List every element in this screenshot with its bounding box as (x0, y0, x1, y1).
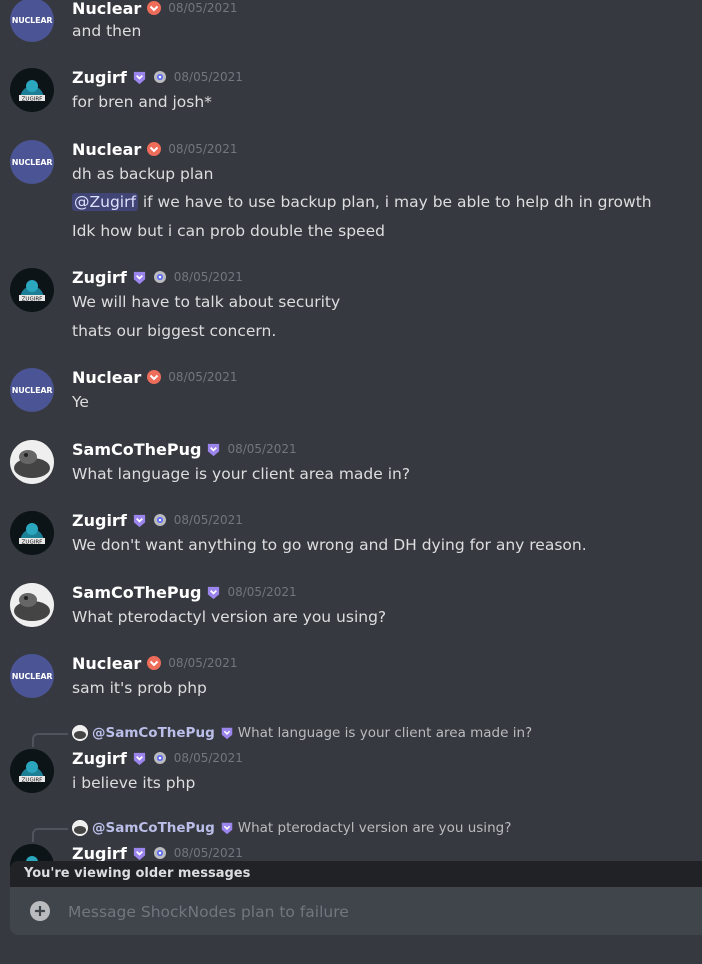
message-text: We will have to talk about security (72, 293, 341, 311)
reply-username[interactable]: @SamCoThePug (92, 725, 215, 741)
svg-text:ZUGIRF: ZUGIRF (22, 97, 43, 103)
reply-reference[interactable]: @SamCoThePug What language is your clien… (32, 723, 692, 747)
booster-badge-icon (132, 751, 147, 766)
username[interactable]: SamCoThePug (72, 440, 201, 459)
reply-avatar (72, 820, 88, 836)
booster-badge-icon (206, 585, 221, 600)
username[interactable]: SamCoThePug (72, 583, 201, 602)
reply-text[interactable]: What language is your client area made i… (238, 725, 532, 741)
message-text: Idk how but i can prob double the speed (72, 222, 385, 240)
booster-badge-icon (220, 726, 234, 740)
avatar[interactable]: ZUGIRF (10, 511, 54, 555)
username[interactable]: Zugirf (72, 268, 127, 287)
booster-badge-icon (220, 821, 234, 835)
plus-icon (35, 906, 45, 916)
user-mention[interactable]: @Zugirf (72, 193, 138, 211)
timestamp: 08/05/2021 (173, 70, 243, 84)
avatar[interactable]: ZUGIRF (10, 68, 54, 112)
reply-reference[interactable]: @SamCoThePug What pterodactyl version ar… (32, 818, 692, 842)
hypesquad-icon (152, 845, 168, 861)
timestamp: 08/05/2021 (227, 442, 297, 456)
hypesquad-icon (152, 69, 168, 85)
hypesquad-icon (152, 512, 168, 528)
avatar[interactable]: NUCLEAR (10, 0, 54, 42)
timestamp: 08/05/2021 (227, 585, 297, 599)
svg-text:ZUGIRF: ZUGIRF (22, 297, 43, 303)
nitro-badge-icon (146, 0, 162, 16)
timestamp: 08/05/2021 (168, 656, 238, 670)
username[interactable]: Zugirf (72, 844, 127, 863)
booster-badge-icon (132, 70, 147, 85)
reply-connector (32, 828, 68, 842)
username[interactable]: Nuclear (72, 0, 141, 18)
booster-badge-icon (132, 270, 147, 285)
reply-connector (32, 733, 68, 747)
avatar[interactable]: NUCLEAR (10, 368, 54, 412)
message-input[interactable] (66, 897, 670, 927)
username[interactable]: Nuclear (72, 140, 141, 159)
chat-messages: NUCLEAR Nuclear 08/05/2021 and then ZUGI… (0, 0, 702, 964)
nitro-badge-icon (146, 655, 162, 671)
message-text: for bren and josh* (72, 93, 212, 111)
svg-text:ZUGIRF: ZUGIRF (22, 540, 43, 546)
timestamp: 08/05/2021 (168, 1, 238, 15)
message-text: What pterodactyl version are you using? (72, 608, 387, 626)
hypesquad-icon (152, 269, 168, 285)
nitro-badge-icon (146, 369, 162, 385)
message-text: thats our biggest concern. (72, 322, 277, 340)
avatar[interactable]: NUCLEAR (10, 140, 54, 184)
message-text: i believe its php (72, 774, 196, 792)
username[interactable]: Zugirf (72, 749, 127, 768)
timestamp: 08/05/2021 (173, 270, 243, 284)
message-text: Ye (72, 393, 89, 411)
reply-text[interactable]: What pterodactyl version are you using? (238, 820, 512, 836)
add-attachment-button[interactable] (30, 901, 50, 921)
booster-badge-icon (132, 846, 147, 861)
older-messages-bar[interactable]: You're viewing older messages (10, 861, 702, 887)
hypesquad-icon (152, 750, 168, 766)
avatar[interactable]: ZUGIRF (10, 749, 54, 793)
avatar[interactable] (10, 440, 54, 484)
timestamp: 08/05/2021 (173, 846, 243, 860)
timestamp: 08/05/2021 (168, 142, 238, 156)
timestamp: 08/05/2021 (168, 370, 238, 384)
nitro-badge-icon (146, 141, 162, 157)
message-text: and then (72, 22, 142, 40)
username[interactable]: Zugirf (72, 68, 127, 87)
username[interactable]: Nuclear (72, 368, 141, 387)
svg-text:ZUGIRF: ZUGIRF (22, 778, 43, 784)
message-text: What language is your client area made i… (72, 465, 411, 483)
avatar[interactable]: ZUGIRF (10, 268, 54, 312)
avatar[interactable]: NUCLEAR (10, 654, 54, 698)
message-composer (10, 887, 702, 935)
avatar[interactable] (10, 583, 54, 627)
message-text: dh as backup plan (72, 165, 214, 183)
reply-avatar (72, 725, 88, 741)
booster-badge-icon (206, 442, 221, 457)
message-text: sam it's prob php (72, 679, 207, 697)
older-messages-label: You're viewing older messages (24, 866, 251, 881)
timestamp: 08/05/2021 (173, 513, 243, 527)
message-text: @Zugirf if we have to use backup plan, i… (72, 193, 652, 211)
booster-badge-icon (132, 513, 147, 528)
reply-username[interactable]: @SamCoThePug (92, 820, 215, 836)
message-text: We don't want anything to go wrong and D… (72, 536, 587, 554)
username[interactable]: Zugirf (72, 511, 127, 530)
timestamp: 08/05/2021 (173, 751, 243, 765)
username[interactable]: Nuclear (72, 654, 141, 673)
